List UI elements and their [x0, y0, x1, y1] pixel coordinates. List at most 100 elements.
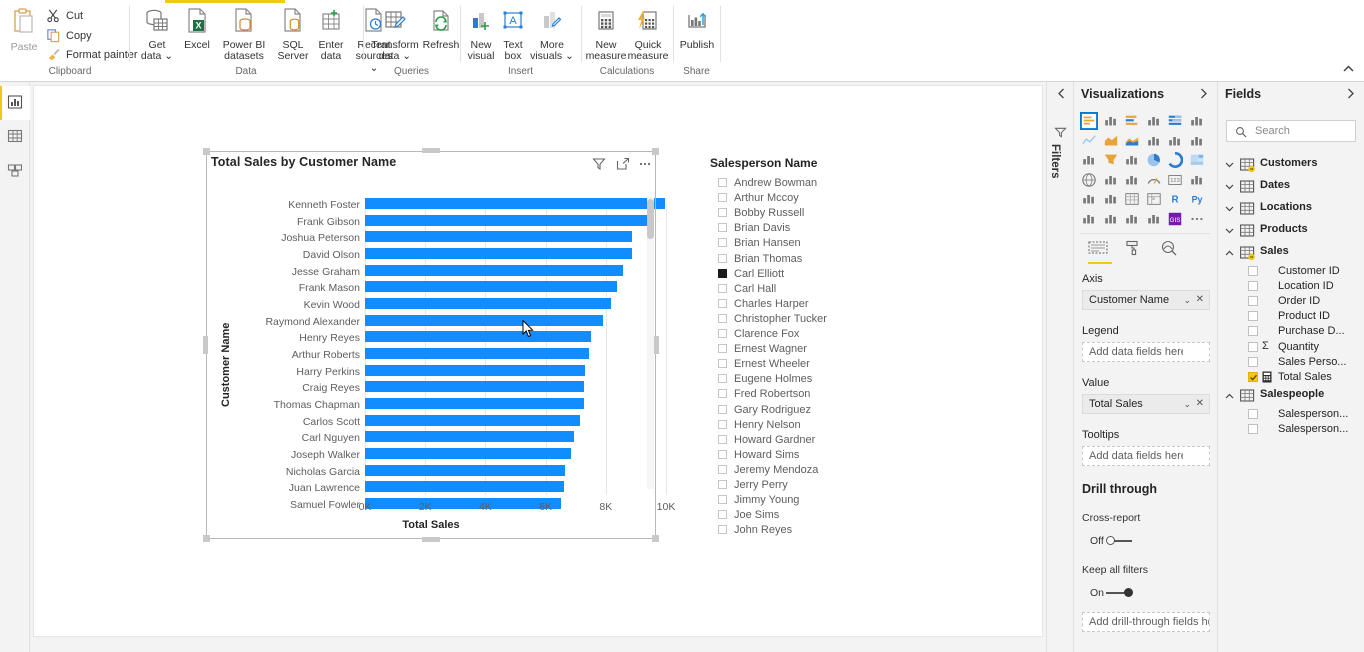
- viz-type-line-clustered-column[interactable]: [1166, 132, 1184, 150]
- viz-type-paginated-report[interactable]: GIS: [1166, 210, 1184, 228]
- category-label[interactable]: Kevin Wood: [234, 299, 360, 312]
- category-label[interactable]: Carl Nguyen: [234, 432, 360, 445]
- category-label[interactable]: Kenneth Foster: [234, 199, 360, 212]
- viz-type-funnel[interactable]: [1102, 151, 1120, 169]
- slicer-item[interactable]: Bobby Russell: [718, 206, 898, 221]
- checkbox-icon[interactable]: [718, 283, 727, 293]
- category-label[interactable]: Thomas Chapman: [234, 399, 360, 412]
- chevron-down-icon[interactable]: ⌄: [1183, 295, 1191, 306]
- chevron-down-icon[interactable]: [1224, 204, 1235, 215]
- category-label[interactable]: David Olson: [234, 249, 360, 262]
- checkbox-icon[interactable]: [1248, 356, 1258, 367]
- checkbox-icon[interactable]: [718, 329, 727, 338]
- viz-type-r-script[interactable]: R: [1166, 190, 1184, 208]
- viz-type-table[interactable]: [1123, 190, 1141, 208]
- drill-through-drop-zone[interactable]: Add drill-through fields here: [1082, 612, 1210, 632]
- bar[interactable]: [365, 214, 654, 226]
- resize-handle[interactable]: [203, 148, 210, 155]
- field-item[interactable]: Total Sales: [1218, 370, 1364, 385]
- checkbox-icon[interactable]: [718, 480, 727, 489]
- bar[interactable]: [365, 481, 564, 493]
- fields-table-customers[interactable]: Customers: [1218, 154, 1364, 176]
- viz-type-kpi[interactable]: [1080, 190, 1098, 208]
- slicer-item[interactable]: Howard Gardner: [718, 433, 898, 448]
- slicer-item[interactable]: Howard Sims: [718, 448, 898, 463]
- category-label[interactable]: Nicholas Garcia: [234, 466, 360, 479]
- chevron-right-icon[interactable]: [1197, 88, 1211, 102]
- checkbox-icon[interactable]: [718, 313, 727, 323]
- checkbox-icon[interactable]: [718, 464, 727, 474]
- bar[interactable]: [365, 464, 565, 476]
- bar[interactable]: [365, 198, 665, 209]
- viz-type-shape-map[interactable]: [1123, 171, 1141, 189]
- field-item[interactable]: Order ID: [1218, 294, 1364, 309]
- chevron-up-icon[interactable]: [1340, 62, 1356, 78]
- viz-type-column-clustered[interactable]: [1145, 112, 1163, 130]
- slicer-item[interactable]: Fred Robertson: [718, 387, 898, 402]
- get-data-button[interactable]: Get data ⌄: [138, 8, 176, 63]
- analytics-tab[interactable]: [1160, 240, 1184, 262]
- bar-chart-visual[interactable]: Total Sales by Customer Name Kenneth Fos…: [203, 148, 675, 542]
- viz-type-matrix[interactable]: [1145, 190, 1163, 208]
- bar[interactable]: [365, 348, 589, 360]
- field-item[interactable]: Location ID: [1218, 279, 1364, 294]
- filters-pane-collapsed[interactable]: Filters: [1046, 82, 1074, 652]
- category-label[interactable]: Craig Reyes: [234, 382, 360, 395]
- resize-handle[interactable]: [422, 537, 440, 542]
- salesperson-slicer[interactable]: Salesperson Name Andrew Bowman Arthur Mcc…: [710, 156, 900, 556]
- resize-handle[interactable]: [203, 535, 210, 542]
- slicer-item[interactable]: Brian Hansen: [718, 236, 898, 251]
- slicer-item[interactable]: Clarence Fox: [718, 327, 898, 342]
- category-label[interactable]: Samuel Fowler: [234, 499, 360, 512]
- slicer-item[interactable]: Brian Davis: [718, 221, 898, 236]
- viz-type-arcgis-map[interactable]: [1145, 210, 1163, 228]
- publish-button[interactable]: Publish: [676, 8, 718, 51]
- checkbox-icon[interactable]: [718, 495, 727, 505]
- well-legend[interactable]: Add data fields here: [1082, 342, 1210, 362]
- sidebar-item-model-view[interactable]: [0, 154, 30, 188]
- slicer-item[interactable]: Henry Nelson: [718, 418, 898, 433]
- chevron-down-icon[interactable]: [1224, 182, 1235, 193]
- viz-type-slicer[interactable]: [1102, 190, 1120, 208]
- checkbox-icon[interactable]: [1248, 296, 1258, 307]
- excel-button[interactable]: X Excel: [180, 8, 214, 51]
- viz-type-line-column[interactable]: [1145, 132, 1163, 150]
- sidebar-item-report-view[interactable]: [0, 86, 30, 120]
- category-label[interactable]: Jesse Graham: [234, 266, 360, 279]
- slicer-item[interactable]: Carl Elliott: [718, 267, 898, 282]
- checkbox-checked-icon[interactable]: [1248, 371, 1258, 382]
- category-label[interactable]: Carlos Scott: [234, 416, 360, 429]
- chevron-down-icon[interactable]: [1224, 160, 1235, 171]
- checkbox-checked-icon[interactable]: [718, 268, 727, 278]
- field-item[interactable]: Sales Perso...: [1218, 355, 1364, 370]
- remove-field-icon[interactable]: ✕: [1196, 398, 1204, 409]
- slicer-item[interactable]: Eugene Holmes: [718, 372, 898, 387]
- cut-command[interactable]: Cut: [44, 7, 83, 26]
- viz-type-waterfall[interactable]: [1080, 151, 1098, 169]
- slicer-item[interactable]: Gary Rodriguez: [718, 403, 898, 418]
- viz-type-area[interactable]: [1102, 132, 1120, 150]
- slicer-item[interactable]: Andrew Bowman: [718, 176, 898, 191]
- bar[interactable]: [365, 231, 632, 243]
- viz-type-python-script[interactable]: Py: [1188, 190, 1206, 208]
- more-visuals-button[interactable]: More visuals ⌄: [529, 8, 575, 63]
- viz-type-donut[interactable]: [1166, 151, 1184, 169]
- bar[interactable]: [365, 314, 603, 326]
- filter-funnel-icon[interactable]: [592, 157, 608, 173]
- bar[interactable]: [365, 414, 580, 426]
- viz-type-gauge[interactable]: [1145, 171, 1163, 189]
- remove-field-icon[interactable]: ✕: [1196, 294, 1204, 305]
- checkbox-icon[interactable]: [718, 208, 727, 218]
- visualizations-pane[interactable]: Visualizations 123 R Py GIS Axis Custome…: [1074, 82, 1218, 652]
- search-input[interactable]: Search: [1226, 120, 1356, 142]
- text-box-button[interactable]: A Text box: [499, 8, 527, 63]
- category-label[interactable]: Joshua Peterson: [234, 232, 360, 245]
- field-item[interactable]: Purchase D...: [1218, 324, 1364, 339]
- chevron-down-icon[interactable]: [1224, 226, 1235, 237]
- chart-scrollbar-track[interactable]: [647, 197, 654, 489]
- slicer-item[interactable]: Carl Hall: [718, 282, 898, 297]
- viz-type-decomposition-tree[interactable]: [1080, 210, 1098, 228]
- sidebar-item-data-view[interactable]: [0, 120, 30, 154]
- bar[interactable]: [365, 381, 584, 393]
- checkbox-icon[interactable]: [718, 193, 727, 203]
